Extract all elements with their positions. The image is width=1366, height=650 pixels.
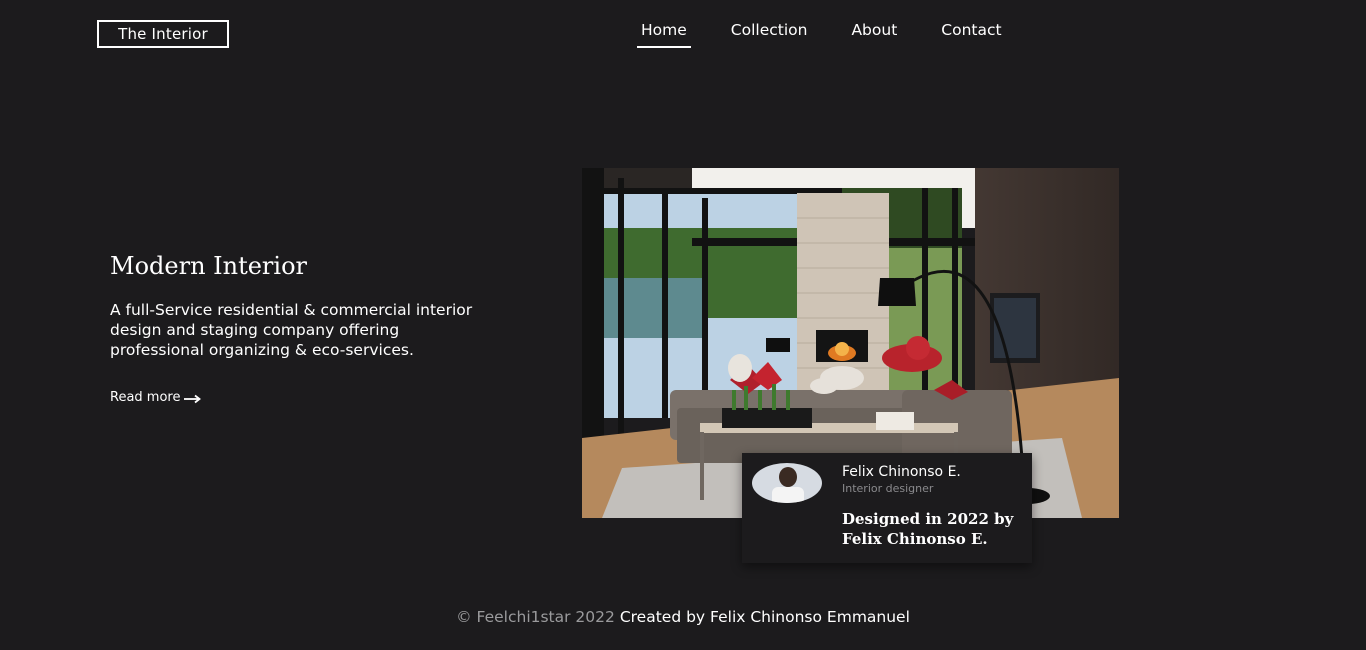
main-nav: Home Collection About Contact (637, 20, 1042, 48)
designer-name: Felix Chinonso E. (842, 464, 961, 480)
nav-collection[interactable]: Collection (727, 20, 812, 48)
nav-about[interactable]: About (847, 20, 901, 48)
footer-copyright: © Feelchi1star 2022 (456, 608, 615, 626)
footer: © Feelchi1star 2022 Created by Felix Chi… (0, 608, 1366, 626)
hero-title: Modern Interior (110, 252, 308, 280)
read-more-link[interactable]: Read more (110, 390, 202, 405)
page: The Interior Home Collection About Conta… (0, 0, 1366, 650)
arrow-right-icon (184, 393, 202, 403)
hero-description: A full-Service residential & commercial … (110, 301, 473, 359)
nav-contact[interactable]: Contact (937, 20, 1005, 48)
designer-role: Interior designer (842, 482, 934, 495)
nav-home[interactable]: Home (637, 20, 691, 48)
footer-credit: Created by Felix Chinonso Emmanuel (619, 608, 910, 626)
design-credit: Designed in 2022 by Felix Chinonso E. (842, 510, 1014, 548)
read-more-label: Read more (110, 390, 181, 405)
site-logo[interactable]: The Interior (97, 20, 229, 48)
avatar (752, 463, 822, 503)
designer-card: Felix Chinonso E. Interior designer Desi… (742, 453, 1032, 563)
